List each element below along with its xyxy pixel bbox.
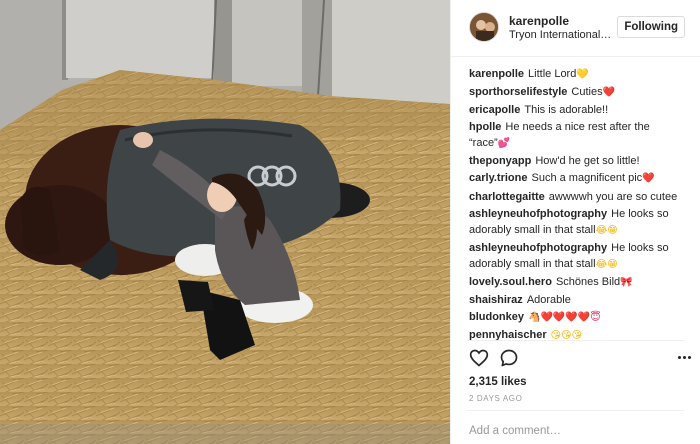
avatar[interactable]: [469, 12, 499, 42]
comment-emoji: 💛: [576, 69, 589, 80]
comment-text: This is adorable!!: [524, 104, 609, 117]
comment-username[interactable]: theponyapp: [469, 155, 531, 167]
header-location[interactable]: Tryon International…: [509, 29, 611, 41]
comment-emoji: ❤️: [642, 173, 655, 185]
comment-username[interactable]: charlottegaitte: [469, 191, 545, 203]
comment-emoji: 🎀: [620, 276, 633, 288]
like-icon-svg: [469, 349, 489, 367]
comment-item: sporthorselifestyle Cuties❤️: [469, 84, 689, 101]
comment-emoji: ❤️: [602, 87, 616, 99]
add-comment-input[interactable]: [469, 422, 689, 440]
comment-emoji: 🐴❤️❤️❤️❤️😇: [528, 312, 601, 324]
post-date[interactable]: 2 DAYS AGO: [469, 394, 522, 403]
comment-icon-svg: [500, 349, 518, 367]
following-button[interactable]: Following: [617, 16, 685, 38]
comment-item: ashleyneuhofphotography He looks so adora…: [469, 206, 689, 239]
post-side-panel: karenpolle Tryon International… Followin…: [450, 0, 700, 444]
post-photo[interactable]: [0, 0, 450, 444]
comment-username[interactable]: ashleyneuhofphotography: [469, 208, 607, 220]
comment-text: Little Lord: [528, 68, 577, 80]
comment-username[interactable]: bludonkey: [469, 311, 524, 323]
more-options-icon[interactable]: [678, 352, 692, 362]
comment-username[interactable]: karenpolle: [469, 68, 524, 80]
comment-item: theponyapp How'd he get so little!: [469, 153, 689, 169]
comment-item: shaishiraz Adorable: [469, 292, 689, 308]
heart-outline-icon[interactable]: [469, 348, 491, 370]
comment-username[interactable]: ashleyneuhofphotography: [469, 242, 607, 254]
comment-username[interactable]: lovely.soul.hero: [469, 276, 552, 288]
comment-item: lovely.soul.hero Schönes Bild🎀: [469, 274, 689, 291]
speech-bubble-icon[interactable]: [499, 348, 521, 370]
comment-item: carly.trione Such a magnificent pic❤️: [469, 170, 689, 187]
divider: [467, 340, 684, 341]
comment-emoji: 💕: [497, 138, 511, 150]
comment-text: How'd he get so little!: [535, 155, 640, 168]
comment-item: karenpolle Little Lord💛: [469, 66, 689, 83]
comment-item: bludonkey 🐴❤️❤️❤️❤️😇: [469, 309, 689, 326]
comment-text: Such a magnificent pic: [531, 172, 643, 185]
comment-item: charlottegaitte awwwwh you are so cutee: [469, 189, 689, 205]
comment-username[interactable]: sporthorselifestyle: [469, 86, 567, 98]
comment-username[interactable]: ericapolle: [469, 104, 520, 116]
comment-username[interactable]: hpolle: [469, 121, 501, 133]
comment-text: awwwwh you are so cutee: [548, 190, 678, 203]
comment-username[interactable]: shaishiraz: [469, 294, 523, 306]
comment-username[interactable]: carly.trione: [469, 172, 528, 184]
comment-item: ericapolle This is adorable!!: [469, 102, 689, 118]
comment-item: pennyhaischer 😘😘😘: [469, 327, 689, 344]
comment-text: Adorable: [526, 293, 571, 306]
comment-text: Cuties: [571, 86, 603, 99]
header-username[interactable]: karenpolle: [509, 14, 569, 28]
comment-text: Schönes Bild: [555, 275, 621, 288]
comment-list: karenpolle Little Lord💛 sporthorselifestyl…: [469, 66, 689, 345]
post-header: karenpolle Tryon International… Followin…: [451, 0, 700, 57]
likes-count[interactable]: 2,315 likes: [469, 376, 527, 388]
comment-emoji: 😂😁: [595, 258, 618, 270]
comment-item: hpolle He needs a nice rest after the “ra…: [469, 119, 689, 152]
post-photo-image: [0, 0, 450, 444]
divider: [467, 410, 684, 411]
comment-item: ashleyneuhofphotography He looks so adora…: [469, 240, 689, 273]
comment-emoji: 😂😁: [595, 224, 618, 236]
avatar-image: [470, 13, 498, 41]
